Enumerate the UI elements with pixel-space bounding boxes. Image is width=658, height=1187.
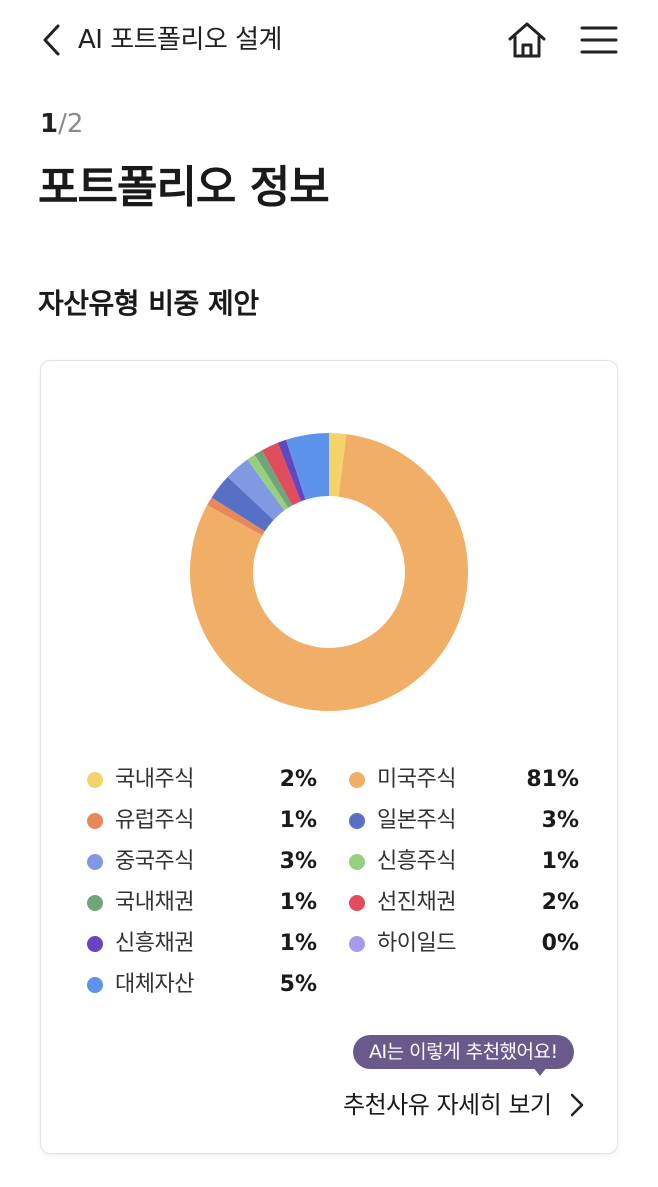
hamburger-menu-icon	[580, 26, 618, 54]
legend-label: 하이일드	[377, 931, 456, 956]
section-title: 자산유형 비중 제안	[38, 287, 259, 320]
chevron-right-icon	[570, 1093, 584, 1117]
legend-label: 신흥채권	[115, 931, 194, 956]
legend-item: 국내채권 1%	[87, 888, 317, 918]
legend-value: 1%	[279, 808, 317, 833]
legend-item: 국내주식 2%	[87, 765, 317, 795]
legend-item: 중국주식 3%	[87, 847, 317, 877]
legend-item: 미국주식 81%	[349, 765, 579, 795]
step-separator: /	[58, 109, 67, 139]
legend-item: 신흥채권 1%	[87, 929, 317, 959]
legend-color-dot	[349, 772, 365, 788]
home-button[interactable]	[504, 18, 550, 62]
step-current: 1	[40, 109, 59, 139]
legend-color-dot	[87, 854, 103, 870]
legend-color-dot	[87, 813, 103, 829]
legend-value: 3%	[541, 808, 579, 833]
step-total: 2	[66, 109, 84, 139]
back-button[interactable]	[32, 20, 72, 60]
legend-item: 일본주식 3%	[349, 806, 579, 836]
legend-value: 2%	[541, 890, 579, 915]
tooltip-tail	[533, 1067, 547, 1076]
legend-label: 국내채권	[115, 890, 194, 915]
legend-color-dot	[349, 936, 365, 952]
legend-label: 일본주식	[377, 808, 456, 833]
header-title: AI 포트폴리오 설계	[78, 25, 282, 55]
legend-label: 국내주식	[115, 767, 194, 792]
legend-color-dot	[87, 977, 103, 993]
legend-value: 3%	[279, 849, 317, 874]
recommend-reason-link[interactable]: 추천사유 자세히 보기	[341, 1083, 591, 1127]
legend-label: 선진채권	[377, 890, 456, 915]
home-icon	[508, 22, 546, 58]
legend-value: 0%	[541, 931, 579, 956]
allocation-card: 국내주식 2% 미국주식 81% 유럽주식 1% 일본주식 3% 중국주식 3% 신흥주식 1% 국내채…	[40, 360, 618, 1154]
step-indicator: 1/2	[40, 108, 83, 140]
legend-color-dot	[87, 772, 103, 788]
legend-item: 하이일드 0%	[349, 929, 579, 959]
legend-value: 81%	[526, 767, 579, 792]
legend-color-dot	[87, 895, 103, 911]
legend-label: 신흥주식	[377, 849, 456, 874]
legend-value: 1%	[541, 849, 579, 874]
recommend-reason-label: 추천사유 자세히 보기	[343, 1091, 552, 1119]
ai-recommend-tooltip: AI는 이렇게 추천했어요!	[353, 1035, 574, 1069]
chevron-left-icon	[43, 24, 60, 56]
page-title: 포트폴리오 정보	[38, 162, 330, 213]
legend-value: 1%	[279, 931, 317, 956]
legend-item: 유럽주식 1%	[87, 806, 317, 836]
legend-color-dot	[87, 936, 103, 952]
legend-label: 대체자산	[115, 972, 194, 997]
legend-item: 대체자산 5%	[87, 970, 317, 1000]
legend-item: 선진채권 2%	[349, 888, 579, 918]
legend-label: 유럽주식	[115, 808, 194, 833]
menu-button[interactable]	[576, 18, 622, 62]
legend-item: 신흥주식 1%	[349, 847, 579, 877]
allocation-donut-chart	[190, 433, 468, 711]
legend-color-dot	[349, 813, 365, 829]
top-bar: AI 포트폴리오 설계	[0, 0, 658, 80]
legend-label: 중국주식	[115, 849, 194, 874]
legend-value: 2%	[279, 767, 317, 792]
legend-color-dot	[349, 854, 365, 870]
legend-label: 미국주식	[377, 767, 456, 792]
legend-color-dot	[349, 895, 365, 911]
legend-value: 1%	[279, 890, 317, 915]
legend-value: 5%	[279, 972, 317, 997]
